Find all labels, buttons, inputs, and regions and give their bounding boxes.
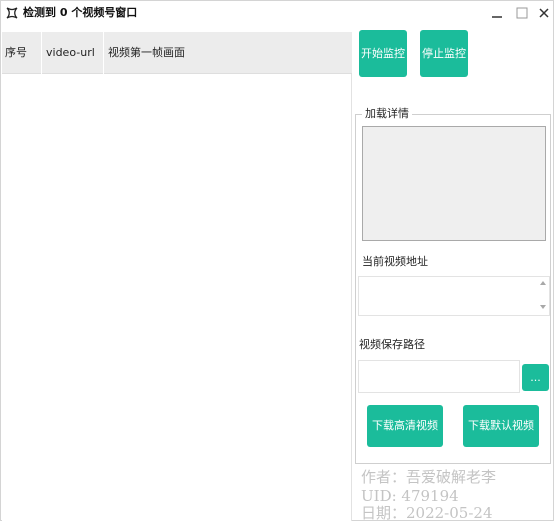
close-icon[interactable] xyxy=(535,5,553,21)
scroll-up-icon[interactable] xyxy=(540,281,546,285)
scroll-down-icon[interactable] xyxy=(540,305,546,309)
download-hd-button[interactable]: 下载高清视频 xyxy=(367,405,443,447)
minimize-icon[interactable] xyxy=(488,5,506,21)
table-header: 序号 video-url 视频第一帧画面 xyxy=(2,32,352,74)
maximize-icon[interactable] xyxy=(513,5,531,21)
save-path-input[interactable] xyxy=(358,360,520,393)
current-url-label: 当前视频地址 xyxy=(362,255,428,268)
column-header-first-frame[interactable]: 视频第一帧画面 xyxy=(105,32,352,74)
column-header-index[interactable]: 序号 xyxy=(2,32,42,74)
watermark-author: 作者：吾爱破解老李 xyxy=(361,468,497,486)
column-header-video-url[interactable]: video-url xyxy=(43,32,104,74)
download-default-button[interactable]: 下载默认视频 xyxy=(463,405,539,447)
video-preview xyxy=(362,126,546,241)
stop-monitor-button[interactable]: 停止监控 xyxy=(420,30,468,77)
current-url-textarea[interactable] xyxy=(358,276,550,316)
save-path-label: 视频保存路径 xyxy=(359,338,425,351)
load-details-legend: 加载详情 xyxy=(362,107,412,121)
watermark-date: 日期：2022-05-24 xyxy=(361,504,493,521)
app-logo-icon xyxy=(5,6,19,20)
browse-path-button[interactable]: ... xyxy=(522,364,549,391)
start-monitor-button[interactable]: 开始监控 xyxy=(359,30,407,77)
window-title: 检测到 0 个视频号窗口 xyxy=(23,6,138,19)
title-bar[interactable]: 检测到 0 个视频号窗口 xyxy=(1,1,553,27)
video-table[interactable]: 序号 video-url 视频第一帧画面 xyxy=(2,32,352,521)
